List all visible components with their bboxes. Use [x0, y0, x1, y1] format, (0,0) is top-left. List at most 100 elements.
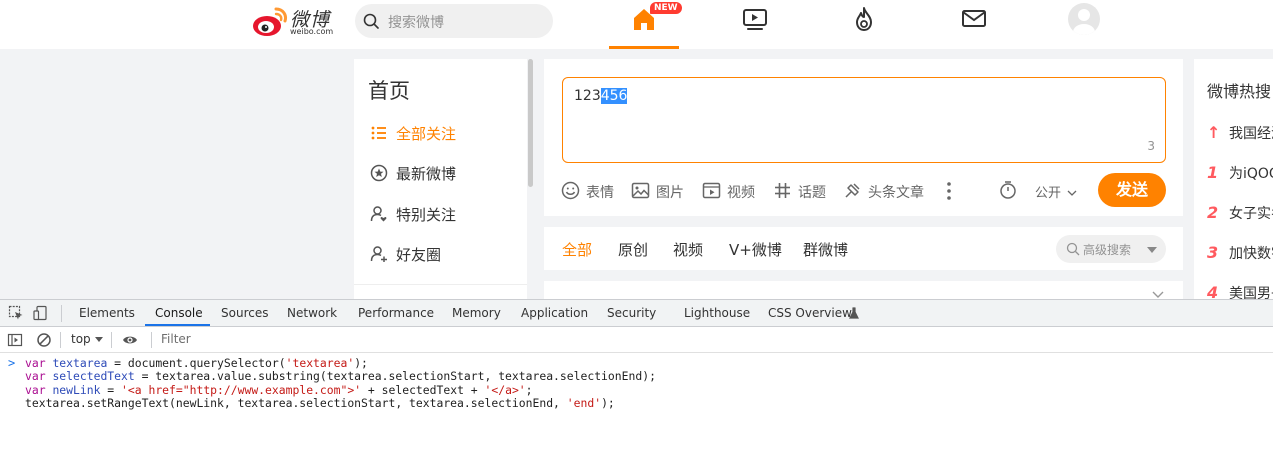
clear-console-icon[interactable]	[36, 332, 52, 348]
tab-performance[interactable]: Performance	[358, 306, 434, 320]
new-badge: NEW	[650, 2, 682, 14]
nav-item-latest[interactable]: 最新微博	[368, 161, 518, 185]
console-toolbar: top Filter	[0, 327, 1273, 353]
hot-item[interactable]: 2 女子实名	[1207, 203, 1273, 223]
inspect-element-icon[interactable]	[8, 305, 24, 321]
console-line: var textarea = document.querySelector('t…	[25, 356, 368, 370]
video-icon[interactable]	[741, 5, 769, 33]
search-box[interactable]: 搜索微博	[355, 4, 553, 38]
user-avatar[interactable]	[1068, 3, 1100, 35]
visibility-label: 公开	[1035, 186, 1062, 201]
flask-icon	[849, 307, 859, 319]
emoji-icon	[561, 181, 580, 200]
hot-item-text: 为iQOO	[1229, 166, 1273, 182]
weibo-page: 微博 weibo.com 搜索微博 NEW 首页 全部关注 最新微博 特别关注 …	[0, 0, 1273, 299]
tab-group[interactable]: 群微博	[803, 239, 848, 260]
nav-item-all-follow[interactable]: 全部关注	[368, 121, 518, 145]
tab-video[interactable]: 视频	[673, 239, 703, 260]
feed-tabs: 全部 原创 视频 V+微博 群微博 高级搜索	[544, 227, 1183, 270]
console-prompt-icon: >	[8, 356, 16, 370]
devtools-tab-bar: Elements Console Sources Network Perform…	[0, 300, 1273, 327]
tool-label: 头条文章	[868, 185, 924, 201]
search-icon	[363, 13, 379, 29]
hot-rank: ↑	[1207, 123, 1221, 142]
nav-item-special-follow[interactable]: 特别关注	[368, 202, 518, 226]
visibility-dropdown[interactable]: 公开	[1035, 182, 1077, 201]
hot-item[interactable]: ↑ 我国经济	[1207, 123, 1273, 143]
hot-rank: 4	[1207, 283, 1219, 299]
hot-rank: 3	[1207, 243, 1219, 262]
advanced-search-label: 高级搜索	[1083, 243, 1132, 257]
tab-original[interactable]: 原创	[618, 239, 648, 260]
tab-console[interactable]: Console	[155, 306, 203, 320]
weibo-eye-icon	[253, 7, 287, 36]
tab-elements[interactable]: Elements	[79, 306, 135, 320]
image-icon	[631, 182, 650, 199]
console-tab-indicator	[145, 324, 210, 326]
home-active-indicator	[609, 46, 679, 49]
send-button[interactable]: 发送	[1098, 173, 1166, 207]
tab-lighthouse[interactable]: Lighthouse	[684, 306, 750, 320]
weibo-logo[interactable]: 微博 weibo.com	[252, 3, 342, 39]
tab-vplus[interactable]: V+微博	[729, 239, 782, 260]
top-nav-bar: 微博 weibo.com 搜索微博 NEW	[0, 0, 1273, 49]
char-counter: 3	[1147, 139, 1155, 153]
tool-label: 视频	[727, 185, 755, 201]
avatar-placeholder-icon	[1073, 9, 1095, 35]
nav-item-label: 最新微博	[396, 165, 457, 183]
text-unselected: 123	[574, 88, 601, 104]
feed-card	[544, 281, 1183, 299]
hashtag-icon	[775, 183, 790, 198]
hot-rank: 2	[1207, 203, 1219, 222]
article-icon	[845, 183, 860, 198]
sidebar-toggle-icon[interactable]	[7, 332, 23, 348]
nav-item-label: 全部关注	[396, 125, 457, 143]
console-line: var selectedText = textarea.value.substr…	[25, 369, 656, 384]
star-circle-icon	[370, 164, 388, 182]
search-input[interactable]: 搜索微博	[388, 12, 444, 32]
logo-subtext: weibo.com	[290, 27, 334, 36]
console-output[interactable]: > var textarea = document.querySelector(…	[0, 356, 1273, 466]
chevron-down-icon	[1067, 190, 1077, 196]
hot-item[interactable]: 4 美国男子	[1207, 283, 1273, 299]
context-selector[interactable]: top	[71, 332, 91, 346]
tab-security[interactable]: Security	[607, 306, 656, 320]
advanced-search-button[interactable]: 高级搜索	[1056, 235, 1166, 263]
tab-all[interactable]: 全部	[562, 239, 592, 260]
hot-item[interactable]: 3 加快数字	[1207, 243, 1273, 263]
nav-item-friends[interactable]: 好友圈	[368, 242, 518, 266]
left-nav-divider	[354, 284, 527, 285]
video-icon	[702, 182, 721, 199]
timer-icon[interactable]	[998, 180, 1018, 200]
eye-icon[interactable]	[122, 332, 138, 348]
tab-network[interactable]: Network	[287, 306, 337, 320]
search-icon	[1066, 242, 1080, 256]
left-nav-scrollbar[interactable]	[527, 59, 535, 299]
hot-search-panel: 微博热搜 ↑ 我国经济 1 为iQOO 2 女子实名 3 加快数字 4 美国男子	[1194, 59, 1273, 299]
tab-memory[interactable]: Memory	[452, 306, 501, 320]
devtools-panel: Elements Console Sources Network Perform…	[0, 299, 1273, 468]
text-selection: 456	[600, 88, 628, 104]
hot-item-text: 我国经济	[1229, 126, 1273, 142]
toolbar-separator	[61, 305, 62, 322]
left-nav-panel: 首页 全部关注 最新微博 特别关注 好友圈	[354, 59, 535, 299]
device-toolbar-icon[interactable]	[33, 305, 49, 321]
post-textarea[interactable]: 123456 3	[562, 77, 1166, 163]
tab-css-overview[interactable]: CSS Overview	[768, 306, 852, 320]
filter-input[interactable]: Filter	[161, 332, 191, 346]
hot-item-text: 美国男子	[1229, 286, 1273, 299]
toolbar-separator	[60, 332, 61, 348]
hot-flame-icon[interactable]	[850, 5, 878, 33]
caret-down-icon	[1147, 247, 1157, 253]
more-vertical-icon[interactable]	[945, 180, 953, 202]
scrollbar-thumb[interactable]	[528, 59, 533, 187]
console-line: var newLink = '<a href="http://www.examp…	[25, 382, 533, 397]
textarea-content: 123456	[574, 88, 628, 104]
chevron-down-icon[interactable]	[1152, 291, 1164, 299]
nav-item-label: 好友圈	[396, 246, 442, 264]
tab-sources[interactable]: Sources	[221, 306, 268, 320]
tab-application[interactable]: Application	[521, 306, 588, 320]
hot-item[interactable]: 1 为iQOO	[1207, 163, 1273, 183]
tool-label: 话题	[798, 185, 826, 201]
mail-icon[interactable]	[960, 5, 988, 33]
